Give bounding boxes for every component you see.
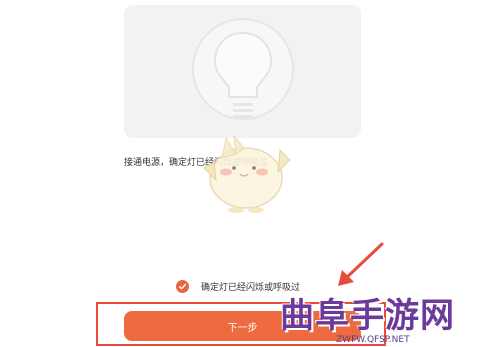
light-bulb-icon: [192, 18, 294, 120]
device-illustration-card: [124, 5, 361, 138]
checkmark-icon: [178, 283, 187, 289]
checkbox-checked-icon[interactable]: [176, 279, 189, 293]
watermark-logo: 曲阜手游网: [280, 296, 455, 336]
watermark-url: ZWFW.QFSP.NET: [336, 335, 410, 345]
chick-mascot-icon: [203, 134, 291, 213]
annotation-arrow-icon: [338, 242, 384, 286]
